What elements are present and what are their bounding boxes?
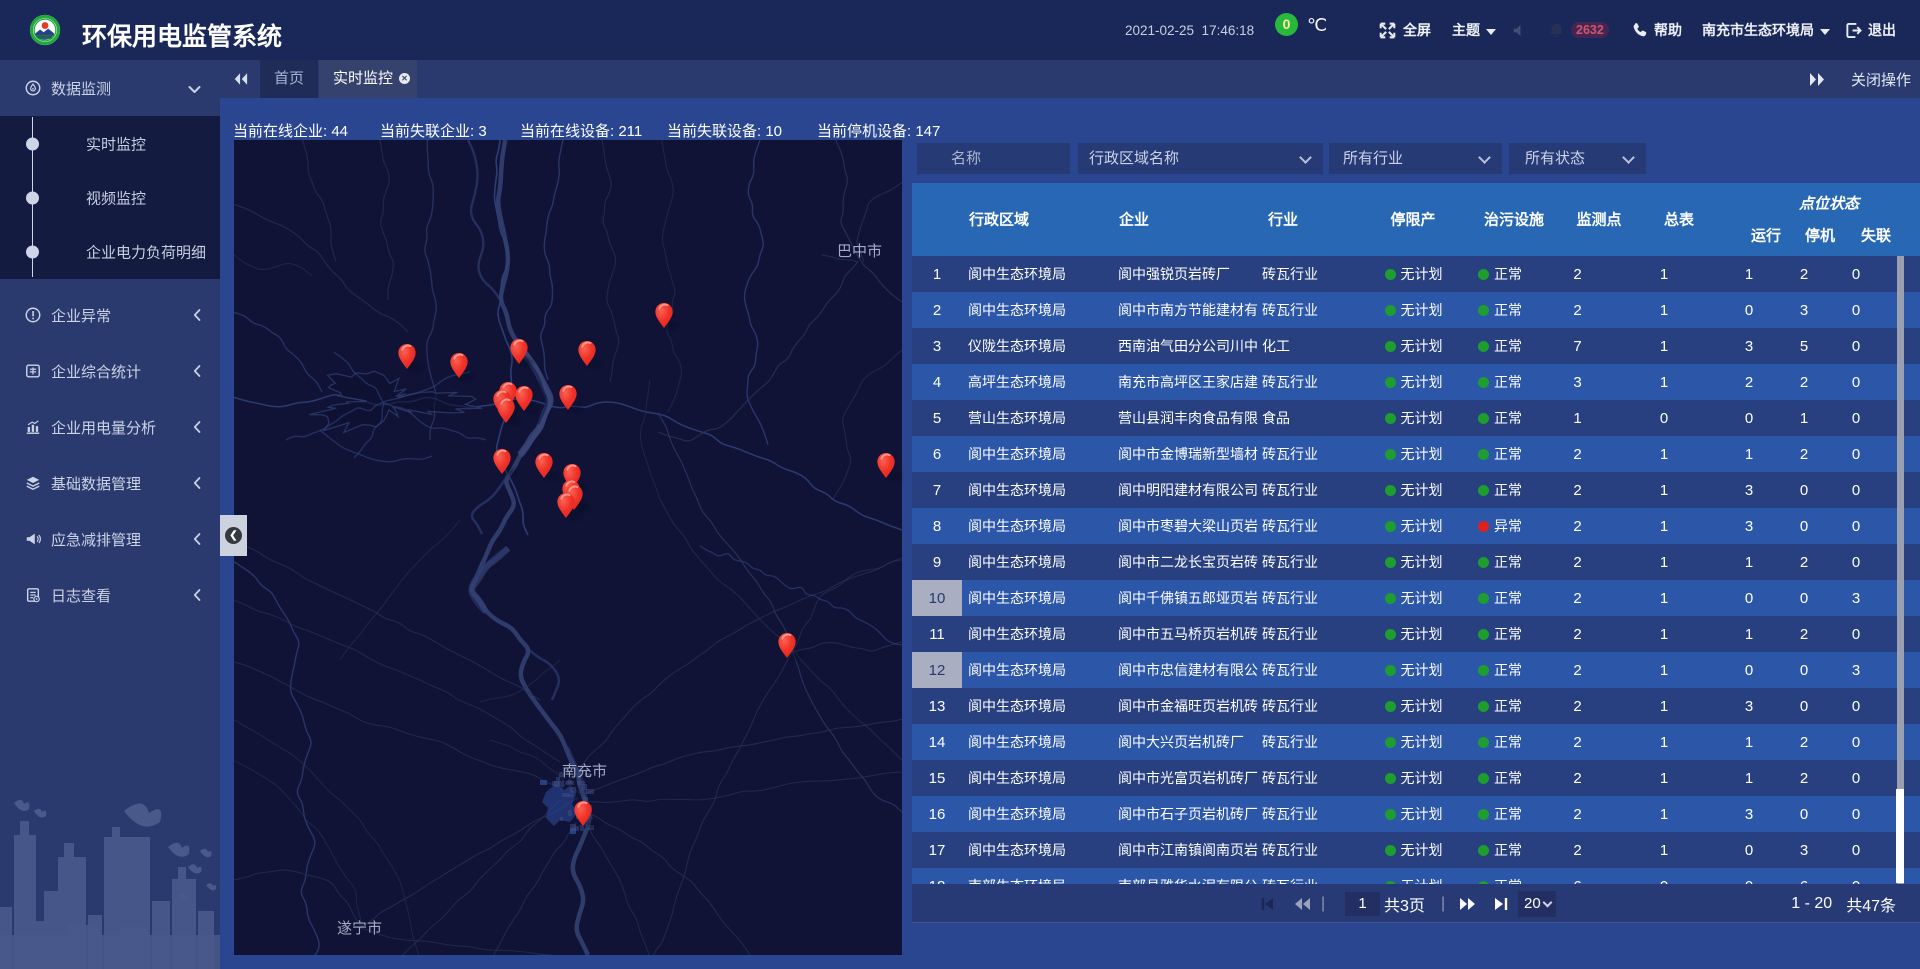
svg-text:遂宁市: 遂宁市 [337,920,382,937]
svg-text:巴中市: 巴中市 [837,243,882,260]
svg-text:南充市: 南充市 [562,763,607,780]
